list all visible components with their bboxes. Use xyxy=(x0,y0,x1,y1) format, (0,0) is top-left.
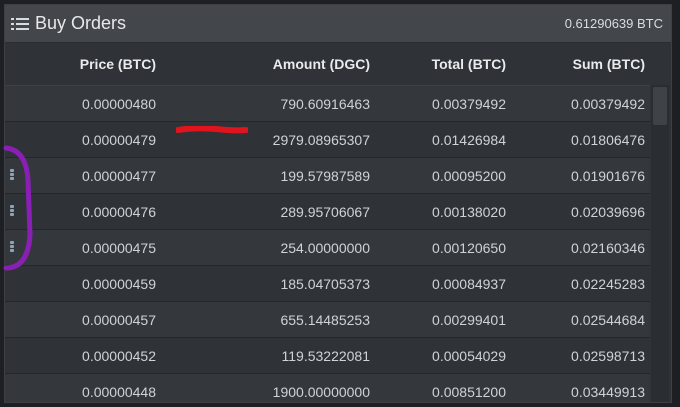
total-cell: 0.01426984 xyxy=(432,131,506,148)
amount-cell: 254.00000000 xyxy=(280,239,370,256)
total-cell: 0.00138020 xyxy=(432,203,506,220)
total-cell: 0.00095200 xyxy=(432,167,506,184)
amount-cell: 1900.00000000 xyxy=(272,383,370,400)
scrollbar[interactable] xyxy=(651,85,669,402)
panel-header: Buy Orders 0.61290639 BTC xyxy=(5,5,671,43)
column-header-amount[interactable]: Amount (DGC) xyxy=(156,56,370,72)
purple-annotation-bracket xyxy=(3,145,33,271)
orders-table: Price (BTC) Amount (DGC) Total (BTC) Sum… xyxy=(5,43,650,402)
amount-cell: 185.04705373 xyxy=(280,275,370,292)
total-value: 0.61290639 BTC xyxy=(564,16,663,31)
amount-cell: 655.14485253 xyxy=(280,311,370,328)
buy-orders-panel: Buy Orders 0.61290639 BTC Price (BTC) Am… xyxy=(4,4,672,403)
price-cell: 0.00000459 xyxy=(82,275,156,292)
price-cell: 0.00000448 xyxy=(82,383,156,400)
sum-cell: 0.03449913 xyxy=(571,383,645,400)
column-header-sum[interactable]: Sum (BTC) xyxy=(506,56,645,72)
scrollbar-thumb[interactable] xyxy=(653,87,667,125)
sum-cell: 0.02245283 xyxy=(571,275,645,292)
sum-cell: 0.01806476 xyxy=(571,131,645,148)
sum-cell: 0.01901676 xyxy=(571,167,645,184)
table-row[interactable]: 0.00000479 2979.08965307 0.01426984 0.01806… xyxy=(5,122,650,158)
total-cell: 0.00379492 xyxy=(432,95,506,112)
price-cell: 0.00000480 xyxy=(82,95,156,112)
list-icon xyxy=(11,17,29,30)
total-cell: 0.00054029 xyxy=(432,347,506,364)
amount-cell: 119.53222081 xyxy=(281,347,371,364)
sum-cell: 0.02544684 xyxy=(571,311,645,328)
table-row[interactable]: 0.00000448 1900.00000000 0.00851200 0.03449… xyxy=(5,374,650,402)
table-row[interactable]: 0.00000480 790.60916463 0.00379492 0.003794… xyxy=(5,86,650,122)
table-row[interactable]: 0.00000475 254.00000000 0.00120650 0.021603… xyxy=(5,230,650,266)
total-cell: 0.00851200 xyxy=(432,383,506,400)
sum-cell: 0.00379492 xyxy=(571,95,645,112)
table-header: Price (BTC) Amount (DGC) Total (BTC) Sum… xyxy=(5,43,650,86)
sum-cell: 0.02160346 xyxy=(571,239,645,256)
red-annotation-stroke xyxy=(176,126,248,134)
amount-cell: 790.60916463 xyxy=(280,95,370,112)
sum-cell: 0.02598713 xyxy=(571,347,645,364)
column-header-total[interactable]: Total (BTC) xyxy=(370,56,506,72)
price-cell: 0.00000457 xyxy=(82,311,156,328)
total-cell: 0.00120650 xyxy=(432,239,506,256)
table-body: 0.00000480 790.60916463 0.00379492 0.003794… xyxy=(5,86,650,402)
table-row[interactable]: 0.00000459 185.04705373 0.00084937 0.022452… xyxy=(5,266,650,302)
price-cell: 0.00000452 xyxy=(82,347,156,364)
amount-cell: 199.57987589 xyxy=(280,167,370,184)
table-row[interactable]: 0.00000477 199.57987589 0.00095200 0.019016… xyxy=(5,158,650,194)
table-row[interactable]: 0.00000457 655.14485253 0.00299401 0.025446… xyxy=(5,302,650,338)
table-row[interactable]: 0.00000476 289.95706067 0.00138020 0.020396… xyxy=(5,194,650,230)
total-cell: 0.00084937 xyxy=(432,275,506,292)
column-header-price[interactable]: Price (BTC) xyxy=(5,56,156,72)
amount-cell: 289.95706067 xyxy=(280,203,370,220)
table-row[interactable]: 0.00000452 119.53222081 0.00054029 0.025987… xyxy=(5,338,650,374)
sum-cell: 0.02039696 xyxy=(571,203,645,220)
total-cell: 0.00299401 xyxy=(432,311,506,328)
panel-title: Buy Orders xyxy=(35,13,127,33)
